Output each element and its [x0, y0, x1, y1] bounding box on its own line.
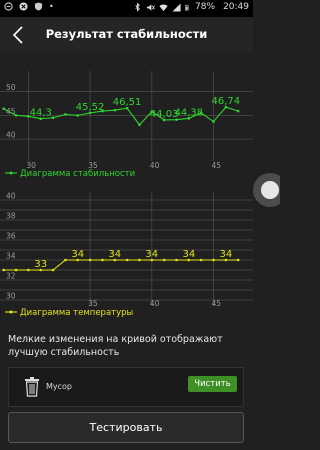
data-label: 44,38	[175, 107, 204, 118]
test-button[interactable]: Тестировать	[8, 412, 244, 443]
x-tick-label: 40	[150, 299, 160, 308]
legend-swatch-point	[9, 310, 13, 314]
data-point	[113, 108, 117, 112]
data-point	[27, 268, 30, 272]
data-point	[199, 258, 203, 262]
data-label: 34	[182, 249, 195, 260]
x-tick-label: 35	[88, 299, 98, 308]
data-label: 46,51	[113, 97, 142, 108]
signal-icon	[172, 2, 181, 12]
x-tick-label: 45	[212, 299, 222, 308]
data-label: 34	[219, 249, 232, 260]
data-label: 34	[71, 249, 84, 260]
y-tick-label: 34	[6, 252, 16, 261]
x-tick-label: 45	[212, 161, 222, 170]
legend-label: Диаграмма температуры	[20, 308, 133, 318]
y-tick-label: 30	[6, 292, 16, 301]
data-point	[175, 258, 178, 262]
battery-percent: 78%	[195, 2, 216, 12]
data-point	[2, 268, 6, 272]
data-point	[64, 258, 67, 262]
y-tick-label: 38	[6, 212, 16, 221]
x-tick-label: 40	[150, 161, 160, 170]
data-point	[236, 109, 240, 113]
legend-swatch-point	[9, 171, 13, 175]
data-point	[51, 116, 55, 120]
data-point	[14, 114, 18, 117]
y-tick-label: 36	[6, 232, 16, 241]
more-notifications-icon: •	[49, 2, 54, 11]
title-bar: Результат стабильности	[0, 17, 253, 53]
wifi-icon	[159, 4, 168, 11]
y-tick-label: 40	[6, 192, 16, 201]
y-tick-label: 32	[6, 272, 16, 281]
data-label: 34	[108, 249, 121, 260]
data-label: 44,3	[30, 108, 52, 119]
data-point	[138, 258, 141, 262]
data-point	[212, 258, 215, 262]
data-point	[101, 258, 104, 262]
data-point	[76, 114, 80, 117]
mute-icon	[146, 3, 155, 11]
data-point	[88, 258, 92, 262]
clock: 20:49	[223, 2, 249, 12]
data-label: 33	[34, 259, 47, 270]
bluetooth-icon	[135, 2, 140, 12]
lastpass-icon	[19, 2, 28, 11]
data-point	[51, 268, 55, 272]
data-label: 34	[145, 249, 158, 260]
data-point	[162, 258, 166, 262]
data-point	[2, 107, 6, 111]
data-point	[236, 258, 240, 262]
y-tick-label: 50	[6, 83, 16, 92]
battery-icon	[185, 4, 189, 10]
stability-note: Мелкие изменения на кривой отображают лу…	[8, 334, 223, 358]
data-point	[138, 123, 141, 127]
data-point	[212, 120, 215, 123]
clean-button[interactable]: Чистить	[188, 376, 237, 392]
y-tick-label: 40	[6, 131, 16, 140]
shield-icon	[34, 2, 43, 11]
data-point	[64, 113, 67, 116]
temperature-chart: 30 32 34 36 38 40 35 40 45 33 34 34 34 34 34 Диаграмма …	[0, 192, 253, 318]
legend-label: Диаграмма стабильности	[20, 169, 135, 179]
floating-assistant-button[interactable]	[250, 170, 280, 210]
stability-chart: 40455030 35 40 4544,345,52 46,5144,0344,3846…	[0, 71, 253, 179]
data-point	[14, 268, 18, 272]
trash-card: Мусор Чистить	[8, 367, 244, 407]
trash-label: Мусор	[46, 382, 73, 391]
data-label: 46,74	[212, 96, 241, 107]
data-point	[125, 258, 129, 262]
data-label: 45,52	[76, 102, 105, 113]
trash-icon	[25, 377, 39, 397]
status-bar: • 78% 20:49	[0, 0, 253, 17]
page-title: Результат стабильности	[45, 27, 208, 41]
notification-icon	[4, 2, 13, 11]
